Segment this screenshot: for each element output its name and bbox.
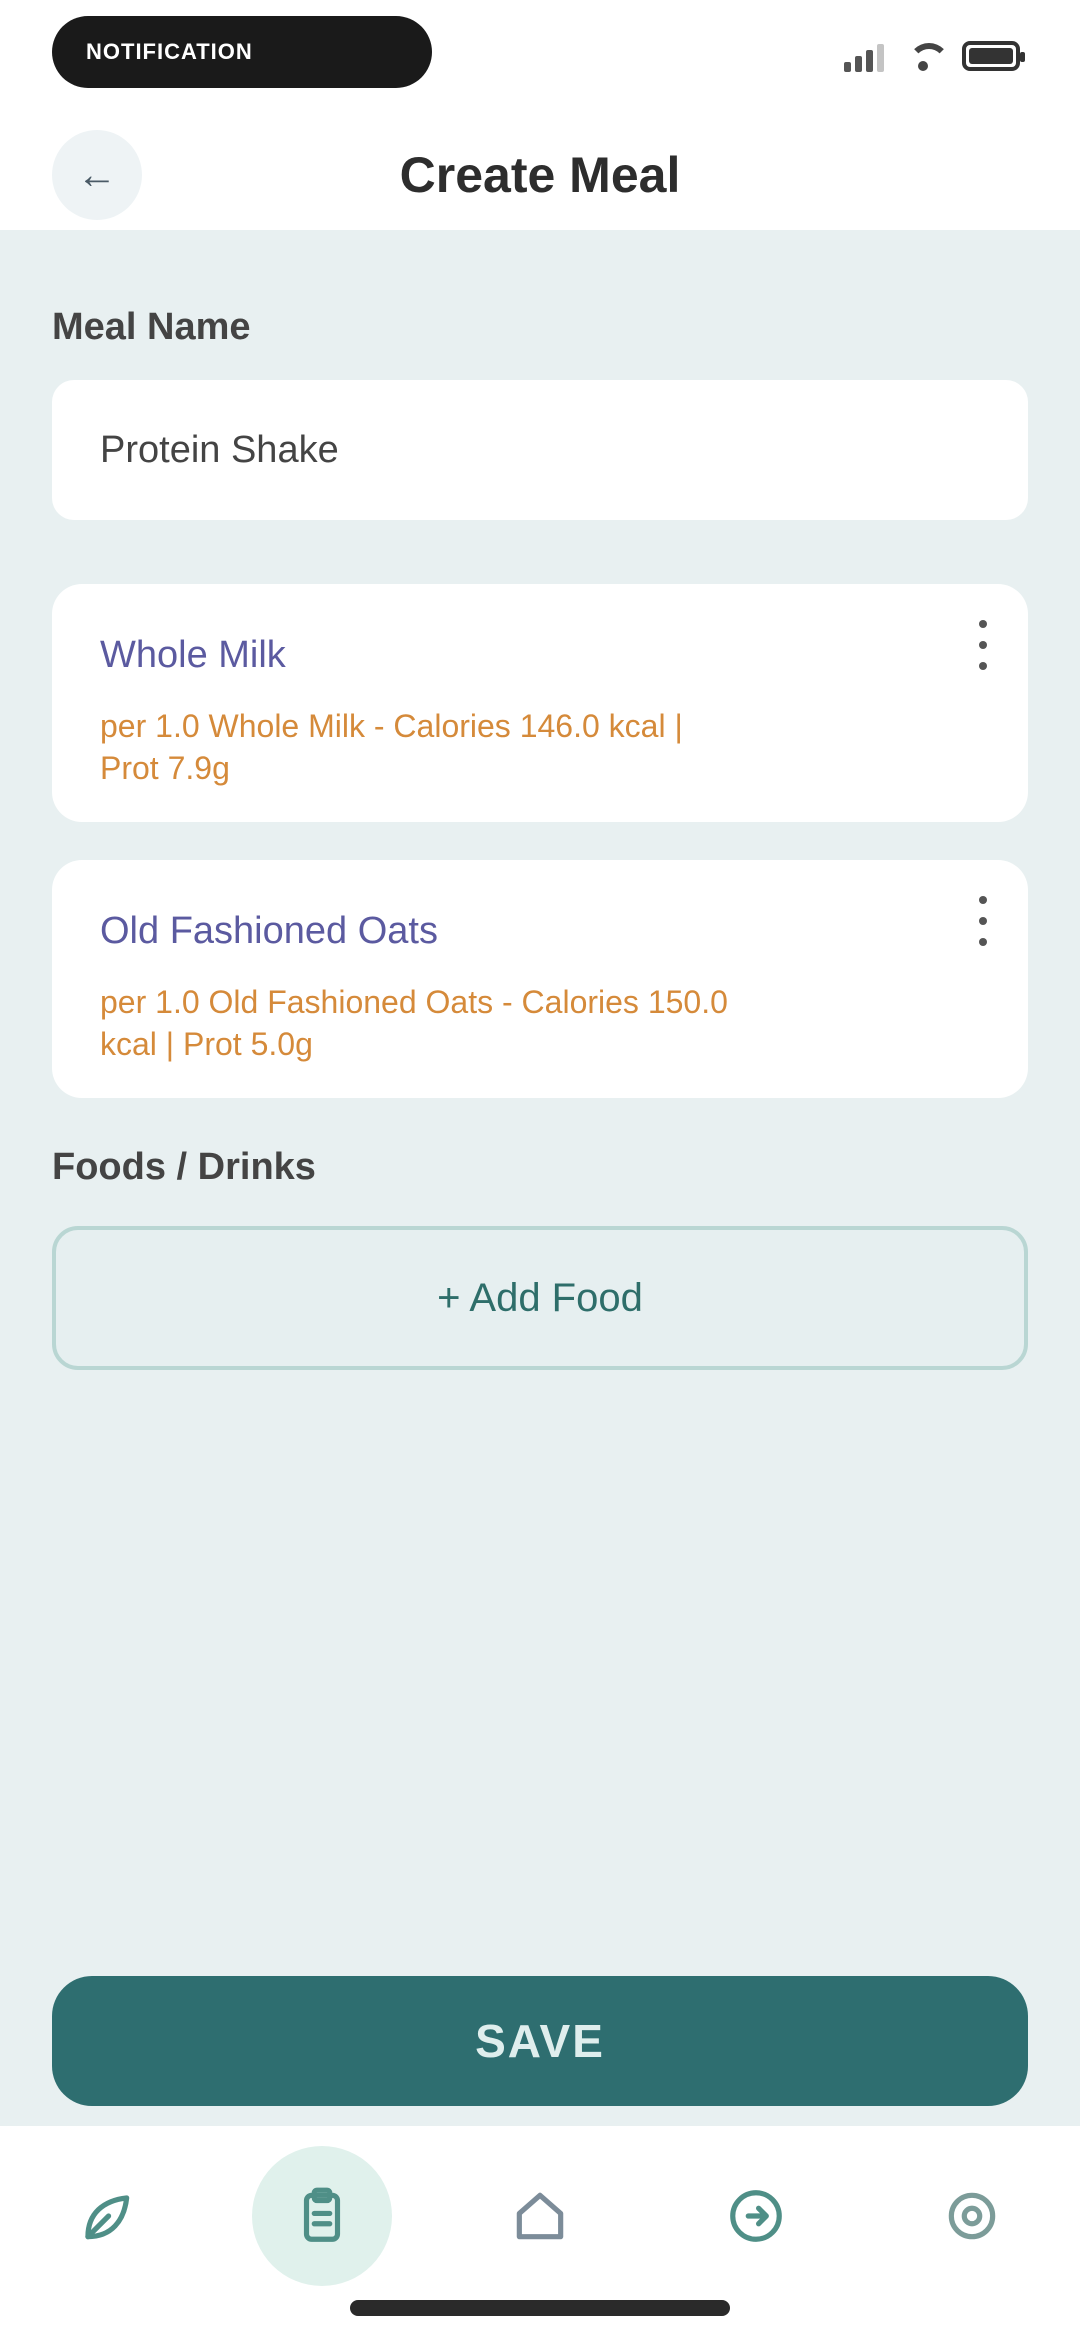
status-pill-text: NOTIFICATION [86,39,253,64]
food-name: Whole Milk [100,634,286,676]
leaf-icon [85,2195,130,2240]
nav-item-settings[interactable] [902,2146,1042,2286]
food-detail: per 1.0 Whole Milk - Calories 146.0 kcal… [100,708,683,786]
clipboard-icon [303,2187,341,2242]
status-icons [844,36,1025,76]
header: ← Create Meal [0,120,1080,230]
food-detail: per 1.0 Old Fashioned Oats - Calories 15… [100,984,728,1062]
nav-item-share[interactable] [686,2146,826,2286]
page-title: Create Meal [399,147,681,203]
battery-icon [962,41,1025,71]
home-icon [516,2192,564,2240]
nav-item-leaf[interactable] [36,2146,176,2286]
status-bar: NOTIFICATION [0,0,1080,120]
share-icon [730,2190,782,2242]
meal-name-label: Meal Name [52,306,251,348]
food-name: Old Fashioned Oats [100,910,438,952]
more-vertical-icon[interactable] [968,896,998,946]
save-button[interactable]: SAVE [52,1976,1028,2106]
nav-item-home[interactable] [470,2146,610,2286]
settings-icon [948,2192,996,2240]
status-pill: NOTIFICATION [52,16,432,88]
wifi-icon [906,43,950,71]
meal-name-input[interactable] [52,380,1028,520]
foods-drinks-label: Foods / Drinks [52,1146,316,1188]
nav-item-meals[interactable] [252,2146,392,2286]
signal-icon [844,40,884,72]
food-card[interactable]: Whole Milk per 1.0 Whole Milk - Calories… [52,584,1028,822]
food-card[interactable]: Old Fashioned Oats per 1.0 Old Fashioned… [52,860,1028,1098]
home-indicator [350,2300,730,2316]
add-food-button[interactable]: + Add Food [52,1226,1028,1370]
more-vertical-icon[interactable] [968,620,998,670]
